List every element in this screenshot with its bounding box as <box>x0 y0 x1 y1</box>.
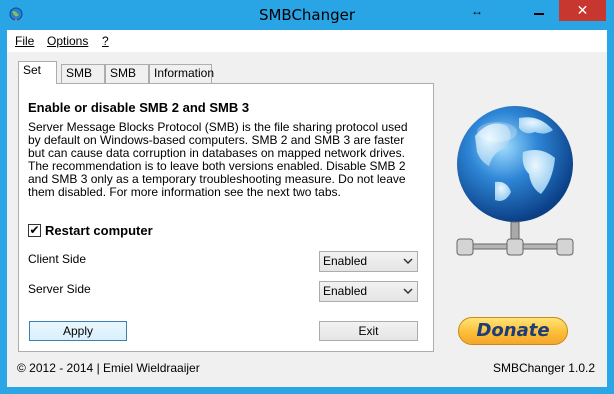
tab-set[interactable]: Set <box>18 61 57 84</box>
tab-information[interactable]: Information <box>149 64 214 83</box>
menu-options-label: Options <box>47 34 89 48</box>
version-text: SMBChanger 1.0.2 <box>492 361 595 375</box>
menu-help-label: ? <box>102 34 109 48</box>
menu-file-label: File <box>15 34 35 48</box>
resize-arrows-icon[interactable]: ↔ <box>467 5 487 17</box>
tab-smb2[interactable]: SMB 2 <box>61 64 105 97</box>
copyright-text: © 2012 - 2014 | Emiel Wieldraaijer <box>17 361 200 375</box>
checkmark-icon: ✔ <box>29 223 40 237</box>
restart-computer-checkbox[interactable]: ✔ <box>28 224 41 237</box>
client-side-value: Enabled <box>323 254 368 268</box>
chevron-down-icon <box>403 252 413 278</box>
menu-bar: File Options ? <box>7 30 607 52</box>
network-globe-icon <box>456 106 574 256</box>
tab-smb3[interactable]: SMB 3 <box>105 64 149 97</box>
server-side-label: Server Side <box>28 282 91 296</box>
donate-button[interactable]: Donate <box>458 317 568 345</box>
minimize-button[interactable] <box>526 0 552 21</box>
panel-description: Server Message Blocks Protocol (SMB) is … <box>28 120 408 199</box>
chevron-down-icon <box>403 282 413 308</box>
window-title: SMBChanger <box>258 6 356 24</box>
app-window: SMBChanger ↔ ✕ File Options ? Set SMB 2 … <box>0 0 614 394</box>
close-button[interactable]: ✕ <box>559 0 606 21</box>
exit-button[interactable]: Exit <box>319 321 418 341</box>
server-side-value: Enabled <box>323 284 368 298</box>
restart-computer-label[interactable]: Restart computer <box>45 223 153 238</box>
set-tab-panel: Enable or disable SMB 2 and SMB 3 Server… <box>18 83 434 352</box>
menu-help[interactable]: ? <box>102 34 109 48</box>
apply-button[interactable]: Apply <box>29 321 127 341</box>
client-side-select[interactable]: Enabled <box>319 251 418 272</box>
menu-options[interactable]: Options <box>47 34 88 48</box>
client-area: File Options ? Set SMB 2 SMB 3 Informati… <box>7 30 607 387</box>
title-bar[interactable]: SMBChanger ↔ ✕ <box>0 0 614 30</box>
client-side-label: Client Side <box>28 252 87 266</box>
server-side-select[interactable]: Enabled <box>319 281 418 302</box>
panel-heading: Enable or disable SMB 2 and SMB 3 <box>28 100 250 115</box>
menu-file[interactable]: File <box>15 34 34 48</box>
